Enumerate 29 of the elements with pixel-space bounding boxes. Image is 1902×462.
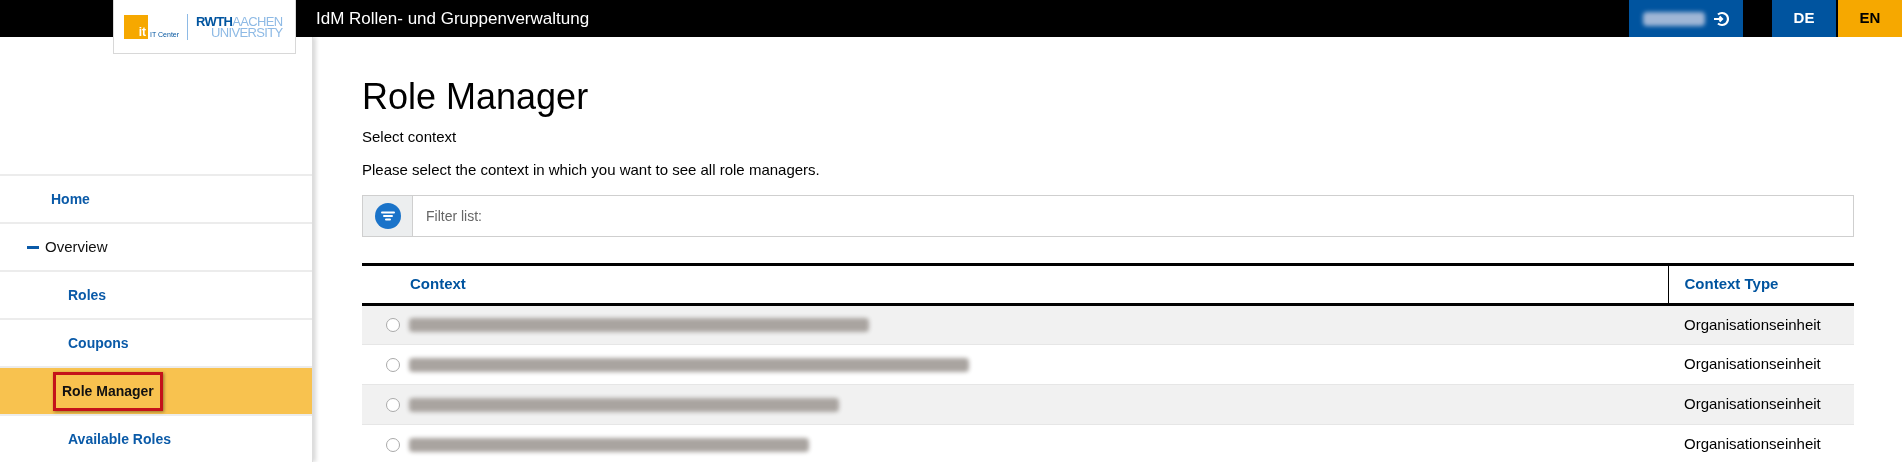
language-button[interactable]: DE	[1772, 0, 1836, 37]
app-title: IdM Rollen- und Gruppenverwaltung	[316, 7, 590, 30]
table-cell: Organisationseinheit	[1668, 344, 1854, 385]
table-cell: Organisationseinheit	[1668, 384, 1854, 425]
minus-icon	[27, 245, 39, 249]
page-title: Role Manager	[362, 76, 590, 118]
column-header[interactable]: Context Type	[1668, 264, 1854, 305]
nav-group-toggle[interactable]: Overview	[27, 235, 108, 259]
nav-item[interactable]: Roles	[62, 278, 113, 312]
language-button[interactable]: EN	[1838, 0, 1902, 37]
page-subtitle: Select context	[362, 127, 458, 147]
radio-button[interactable]	[386, 437, 400, 452]
user-logout-button[interactable]	[1629, 0, 1743, 37]
nav-item[interactable]: Home	[45, 182, 96, 216]
table-cell: Organisationseinheit	[1668, 424, 1854, 462]
nav-item[interactable]: Role Manager	[53, 371, 163, 411]
filter-icon	[374, 203, 401, 229]
nav-item[interactable]: Coupons	[62, 326, 135, 360]
rwth-logo: RWTHAACHEN UNIVERSITY	[196, 15, 283, 38]
table-cell: Organisationseinheit	[1668, 304, 1854, 345]
radio-button[interactable]	[386, 397, 400, 412]
logout-icon	[1713, 10, 1729, 27]
radio-button[interactable]	[386, 318, 400, 332]
page-description: Please select the context in which you want to see all role managers.	[362, 159, 821, 180]
blurred-text	[1643, 11, 1705, 26]
nav-item[interactable]: Available Roles	[62, 422, 177, 456]
radio-button[interactable]	[386, 357, 400, 372]
nav-group-label: Overview	[45, 236, 108, 257]
column-header[interactable]: Context	[362, 264, 1668, 305]
